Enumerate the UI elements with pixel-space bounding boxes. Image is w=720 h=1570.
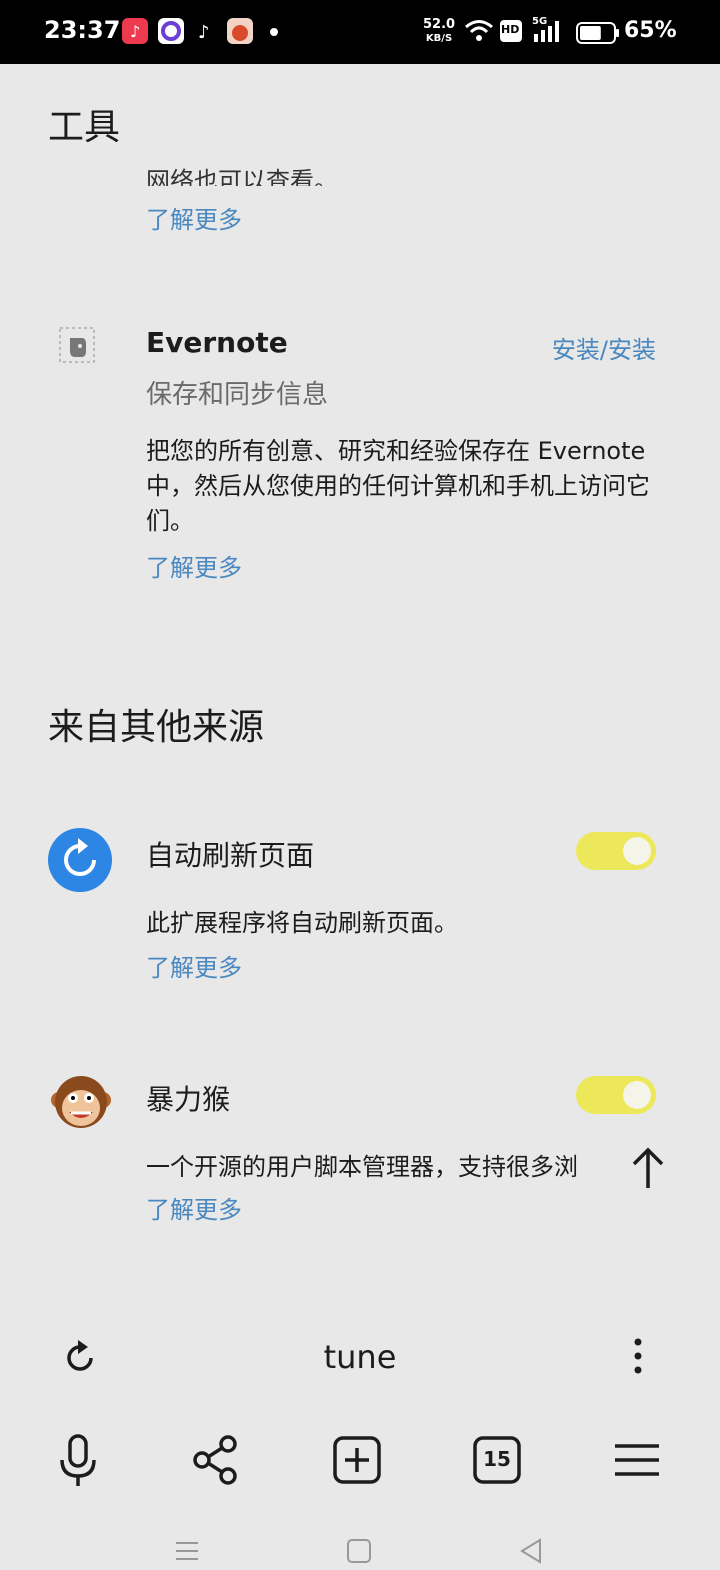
- tabs-button[interactable]: 15: [467, 1430, 527, 1490]
- evernote-install-button[interactable]: 安装/安装: [552, 330, 656, 365]
- back-icon[interactable]: [516, 1536, 546, 1570]
- monkey-icon: [50, 1070, 112, 1138]
- address-bar: tune: [0, 1310, 720, 1402]
- address-text[interactable]: tune: [0, 1338, 720, 1376]
- status-time: 23:37: [44, 16, 121, 44]
- battery-icon: [576, 22, 620, 48]
- svg-text:♪: ♪: [198, 22, 210, 43]
- violentmonkey-learn-more-link[interactable]: 了解更多: [146, 1190, 242, 1225]
- extensions-list[interactable]: 工具 网络也可以查看。 了解更多 Evernote 安装/安装 保存和同步信息 …: [0, 64, 720, 1304]
- auto-refresh-name: 自动刷新页面: [146, 839, 315, 872]
- toggle-knob: [623, 837, 651, 865]
- new-tab-button[interactable]: [327, 1430, 387, 1490]
- recent-apps-icon[interactable]: [172, 1536, 202, 1570]
- partial-item-learn-more-link[interactable]: 了解更多: [146, 200, 242, 235]
- evernote-description: 把您的所有创意、研究和经验保存在 Evernote 中，然后从您使用的任何计算机…: [146, 437, 650, 535]
- share-icon[interactable]: [186, 1430, 246, 1490]
- menu-icon[interactable]: [607, 1430, 667, 1490]
- auto-refresh-toggle[interactable]: [576, 832, 656, 870]
- system-nav-bar: [0, 1522, 720, 1570]
- auto-refresh-learn-more-link[interactable]: 了解更多: [146, 948, 242, 983]
- refresh-circle-icon: [48, 828, 112, 896]
- network-speed: 52.0 KB/S: [423, 17, 456, 44]
- toggle-knob: [623, 1081, 651, 1109]
- evernote-icon: [58, 326, 96, 368]
- game-app-icon: [227, 18, 253, 44]
- evernote-name: Evernote: [146, 326, 288, 359]
- violentmonkey-name: 暴力猴: [146, 1083, 231, 1116]
- hd-icon: HD: [500, 20, 522, 46]
- partial-item-description: 网络也可以查看。: [146, 167, 338, 186]
- evernote-learn-more-link[interactable]: 了解更多: [146, 548, 242, 583]
- violentmonkey-toggle[interactable]: [576, 1076, 656, 1114]
- violentmonkey-description: 一个开源的用户脚本管理器，支持很多浏: [146, 1153, 578, 1181]
- battery-percent: 65%: [624, 18, 677, 43]
- music-app-icon: ♪: [122, 18, 148, 44]
- status-bar: 23:37 ♪ ♪ 52.0 KB/S HD 5G 65%: [0, 0, 720, 64]
- evernote-subtitle: 保存和同步信息: [146, 380, 329, 410]
- section-title-tools: 工具: [48, 107, 121, 148]
- wifi-icon: [464, 18, 494, 48]
- auto-refresh-description: 此扩展程序将自动刷新页面。: [146, 909, 458, 937]
- chat-app-icon: [158, 18, 184, 44]
- notification-dot-icon: [270, 28, 278, 36]
- tab-count: 15: [483, 1447, 511, 1471]
- section-title-other-sources: 来自其他来源: [48, 707, 265, 748]
- svg-text:♪: ♪: [130, 22, 140, 41]
- scroll-to-top-button[interactable]: [628, 1144, 668, 1196]
- microphone-icon[interactable]: [48, 1430, 108, 1490]
- tiktok-icon: ♪: [192, 18, 218, 44]
- more-options-icon[interactable]: [626, 1336, 650, 1384]
- home-icon[interactable]: [344, 1536, 374, 1570]
- bottom-toolbar: 15: [0, 1410, 720, 1520]
- cellular-signal-icon: 5G: [532, 16, 564, 48]
